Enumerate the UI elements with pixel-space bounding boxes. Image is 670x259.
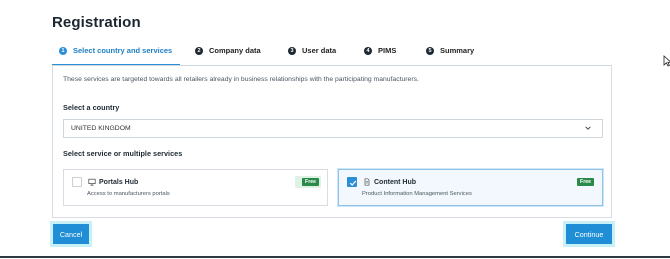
step-number: 4 xyxy=(364,46,372,55)
step-company-data[interactable]: 2 Company data xyxy=(195,46,261,55)
step-label: Company data xyxy=(209,46,261,55)
monitor-icon xyxy=(88,178,96,186)
step-select-country-and-services[interactable]: 1 Select country and services xyxy=(59,46,172,55)
step-user-data[interactable]: 3 User data xyxy=(288,46,336,55)
checkmark-icon xyxy=(349,180,357,186)
step-label: User data xyxy=(302,46,337,55)
portals-hub-checkbox[interactable] xyxy=(72,177,82,187)
step-label: PIMS xyxy=(378,46,397,55)
service-title-text: Content Hub xyxy=(374,178,416,186)
service-title: Content Hub xyxy=(363,178,416,186)
free-badge: Free xyxy=(577,178,594,186)
service-card-portals-hub[interactable]: Portals Hub Access to manufacturers port… xyxy=(63,169,328,206)
intro-text: These services are targeted towards all … xyxy=(63,76,419,83)
step-summary[interactable]: 5 Summary xyxy=(426,46,474,55)
bottom-divider xyxy=(0,256,670,258)
step-pims[interactable]: 4 PIMS xyxy=(364,46,396,55)
free-badge: Free xyxy=(302,178,319,186)
step-number: 1 xyxy=(59,46,67,55)
country-label: Select a country xyxy=(63,103,120,112)
chevron-down-icon xyxy=(585,126,591,130)
registration-stepper: 1 Select country and services 2 Company … xyxy=(52,40,612,66)
registration-panel: These services are targeted towards all … xyxy=(52,65,612,218)
service-subtitle: Product Information Management Services xyxy=(362,191,472,197)
country-select[interactable]: UNITED KINGDOM xyxy=(63,119,603,138)
service-subtitle: Access to manufacturers portals xyxy=(87,191,170,197)
mouse-cursor-icon xyxy=(663,55,670,67)
country-select-value: UNITED KINGDOM xyxy=(71,125,131,132)
document-icon xyxy=(364,178,370,186)
step-label: Select country and services xyxy=(73,46,173,55)
step-label: Summary xyxy=(440,46,475,55)
step-number: 3 xyxy=(288,46,296,55)
step-number: 2 xyxy=(195,46,203,55)
service-title-text: Portals Hub xyxy=(99,178,139,186)
continue-button[interactable]: Continue xyxy=(566,224,612,244)
step-number: 5 xyxy=(426,46,434,55)
cancel-button[interactable]: Cancel xyxy=(53,224,89,244)
page-title: Registration xyxy=(52,14,141,31)
content-hub-checkbox[interactable] xyxy=(347,177,357,187)
service-card-content-hub[interactable]: Content Hub Product Information Manageme… xyxy=(338,169,603,206)
service-title: Portals Hub xyxy=(88,178,138,186)
services-label: Select service or multiple services xyxy=(63,149,183,158)
